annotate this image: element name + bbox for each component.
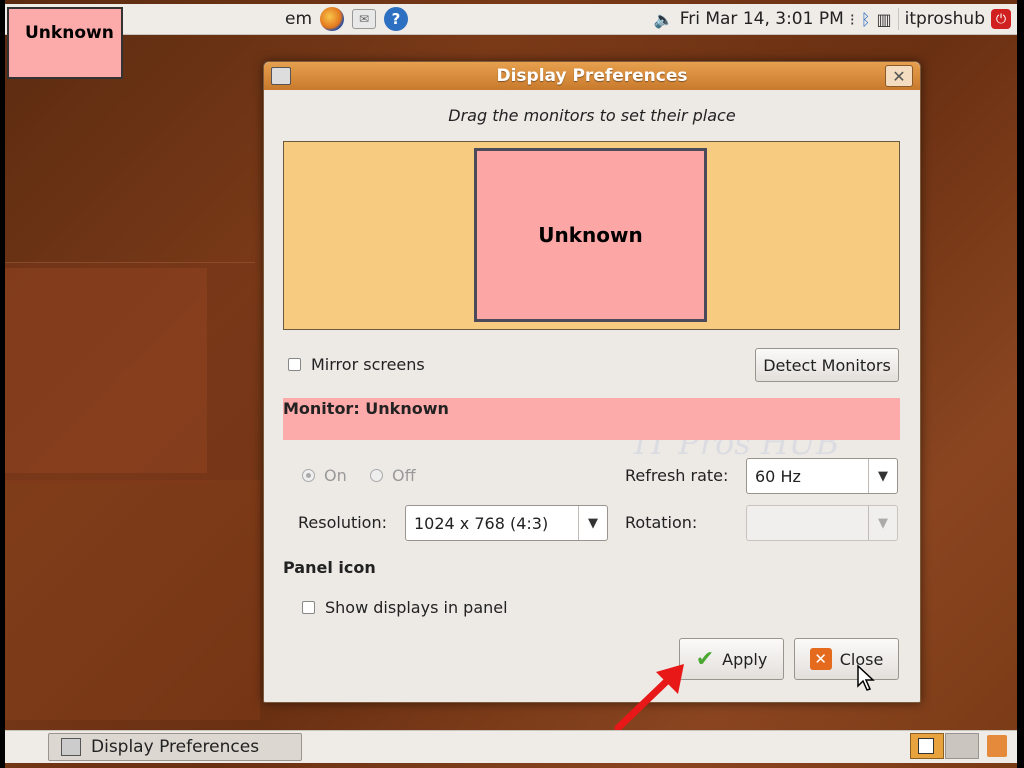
off-radio-row[interactable]: Off	[370, 466, 416, 485]
monitor-identify-label: Unknown	[7, 7, 123, 79]
close-icon: ✕	[809, 648, 832, 670]
help-icon[interactable]: ?	[384, 7, 409, 31]
clock[interactable]: Fri Mar 14, 3:01 PM	[680, 9, 844, 29]
system-menu[interactable]: em	[285, 9, 312, 29]
mouse-cursor-icon	[857, 664, 875, 691]
user-menu[interactable]: itproshub	[905, 9, 985, 29]
off-label: Off	[392, 466, 416, 485]
annotation-arrow-icon	[614, 664, 684, 732]
display-icon	[61, 738, 81, 756]
bottom-panel: Display Preferences	[5, 730, 1017, 763]
resolution-value: 1024 x 768 (4:3)	[414, 513, 549, 533]
separator	[897, 8, 899, 30]
chevron-down-icon: ▼	[578, 506, 607, 540]
chevron-down-icon: ▼	[868, 506, 897, 540]
refresh-rate-label: Refresh rate:	[625, 466, 729, 485]
show-displays-label: Show displays in panel	[325, 598, 508, 617]
volume-icon[interactable]: 🔈	[654, 10, 674, 29]
panel-icon-heading: Panel icon	[283, 558, 376, 577]
rotation-dropdown[interactable]: ▼	[746, 505, 898, 541]
chevron-down-icon: ▼	[868, 459, 897, 493]
show-displays-checkbox[interactable]	[302, 601, 315, 614]
panel-indicators: 🔈 Fri Mar 14, 3:01 PM ⁝ ᛒ ▥ itproshub ⏻	[654, 8, 1017, 30]
monitor-arrangement-area: Unknown	[283, 141, 900, 330]
mirror-screens-label: Mirror screens	[311, 355, 425, 374]
monitor-box[interactable]: Unknown	[474, 148, 707, 322]
monitor-heading: Monitor: Unknown	[283, 399, 449, 418]
refresh-rate-value: 60 Hz	[755, 466, 801, 486]
show-displays-row[interactable]: Show displays in panel	[302, 598, 508, 617]
rotation-label: Rotation:	[625, 513, 698, 532]
firefox-icon[interactable]	[320, 7, 345, 31]
mail-icon[interactable]: ✉	[352, 9, 377, 29]
apply-label: Apply	[722, 649, 768, 669]
taskbar-window-label: Display Preferences	[91, 737, 260, 757]
on-label: On	[324, 466, 347, 485]
off-radio[interactable]	[370, 469, 383, 482]
desktop-decoration	[5, 268, 207, 473]
resolution-label: Resolution:	[298, 513, 387, 532]
apply-button[interactable]: ✔ Apply	[679, 638, 784, 680]
close-button[interactable]: ✕ Close	[794, 638, 899, 680]
network-icon[interactable]: ▥	[876, 10, 891, 29]
workspace-1[interactable]	[910, 733, 944, 759]
mirror-screens-checkbox[interactable]	[288, 358, 301, 371]
on-radio[interactable]	[302, 469, 315, 482]
mirror-screens-row[interactable]: Mirror screens	[288, 355, 425, 374]
resolution-dropdown[interactable]: 1024 x 768 (4:3) ▼	[405, 505, 608, 541]
window-close-button[interactable]: ✕	[885, 65, 913, 87]
detect-monitors-button[interactable]: Detect Monitors	[755, 348, 899, 382]
trash-icon[interactable]	[987, 735, 1007, 757]
monitor-header-bar: Monitor: Unknown	[283, 398, 900, 440]
top-panel: em ✉ ? 🔈 Fri Mar 14, 3:01 PM ⁝ ᛒ ▥ itpro…	[5, 4, 1017, 35]
on-radio-row[interactable]: On	[302, 466, 347, 485]
dialog-title: Display Preferences	[496, 66, 688, 86]
display-preferences-dialog: Display Preferences ✕ Drag the monitors …	[263, 61, 921, 703]
bluetooth-icon[interactable]: ᛒ	[861, 10, 871, 29]
desktop-decoration	[5, 480, 260, 720]
power-icon[interactable]: ⏻	[991, 9, 1011, 29]
checkmark-icon: ✔	[695, 646, 715, 672]
refresh-rate-dropdown[interactable]: 60 Hz ▼	[746, 458, 898, 494]
workspace-2[interactable]	[945, 733, 979, 759]
separator-icon: ⁝	[849, 9, 855, 29]
taskbar-window-button[interactable]: Display Preferences	[48, 733, 302, 761]
display-icon	[271, 67, 291, 85]
instruction-text: Drag the monitors to set their place	[448, 106, 736, 125]
dialog-titlebar[interactable]: Display Preferences ✕	[264, 62, 920, 90]
